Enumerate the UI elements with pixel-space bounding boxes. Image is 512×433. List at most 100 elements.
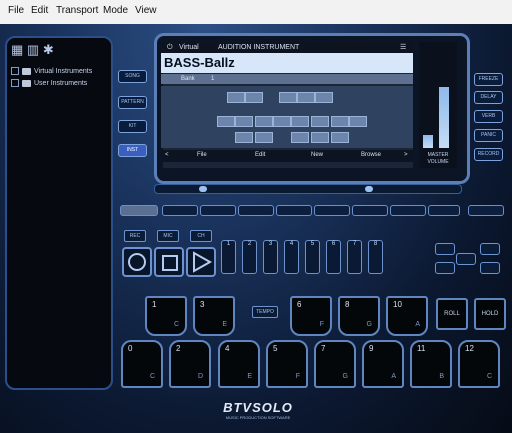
volume-label: VOLUME	[427, 159, 449, 165]
play-button[interactable]	[186, 247, 216, 277]
pad-key-4[interactable]: 4 E	[218, 340, 260, 388]
grid-pad[interactable]	[349, 116, 367, 127]
brand-tagline: MUSIC PRODUCTION SOFTWARE	[225, 415, 291, 420]
pitch-knob[interactable]	[199, 186, 207, 192]
grid-pad[interactable]	[311, 132, 329, 143]
mode-button[interactable]	[390, 205, 426, 216]
pad-key-5[interactable]: 5 F	[266, 340, 308, 388]
mode-button[interactable]	[468, 205, 504, 216]
nav-down-right-button[interactable]	[480, 262, 500, 274]
menu-icon[interactable]: ☰	[400, 43, 406, 51]
pad-key-12[interactable]: 12 C	[458, 340, 500, 388]
pad-key-8[interactable]: 8 G	[338, 296, 380, 336]
mode-button[interactable]	[314, 205, 350, 216]
pad-key-2[interactable]: 2 D	[169, 340, 211, 388]
menu-file[interactable]: File	[8, 5, 24, 16]
mode-button[interactable]	[200, 205, 236, 216]
grid-pad[interactable]	[245, 92, 263, 103]
grid-pad[interactable]	[297, 92, 315, 103]
panic-button[interactable]: PANIC	[474, 129, 503, 142]
delay-button[interactable]: DELAY	[474, 91, 503, 104]
master-label: MASTER	[427, 152, 449, 158]
nav-center-button[interactable]	[456, 253, 476, 265]
pad-key-10[interactable]: 10 A	[386, 296, 428, 336]
track-button-2[interactable]: 2	[242, 240, 257, 274]
nav-left-button[interactable]	[435, 243, 455, 255]
menu-edit[interactable]: Edit	[31, 5, 48, 16]
mode-button[interactable]	[428, 205, 460, 216]
record-button[interactable]: RECORD	[474, 148, 503, 161]
grid-pad[interactable]	[279, 92, 297, 103]
track-button-1[interactable]: 1	[221, 240, 236, 274]
grid-pad[interactable]	[331, 132, 349, 143]
pad-number: 7	[321, 344, 326, 353]
grid-pad[interactable]	[315, 92, 333, 103]
record-transport-button[interactable]	[122, 247, 152, 277]
tree-item-virtual[interactable]: Virtual Instruments	[11, 66, 107, 76]
grid-pad[interactable]	[235, 116, 253, 127]
rec-button[interactable]: REC	[124, 230, 146, 242]
pitch-mod-strip[interactable]	[154, 184, 462, 194]
mode-button[interactable]	[238, 205, 274, 216]
gear-icon[interactable]: ✱	[43, 42, 54, 57]
mode-button[interactable]	[120, 205, 158, 216]
grid-pad[interactable]	[255, 132, 273, 143]
grid-pad[interactable]	[227, 92, 245, 103]
song-button[interactable]: SONG	[118, 70, 147, 83]
track-button-8[interactable]: 8	[368, 240, 383, 274]
expand-icon[interactable]	[11, 67, 19, 75]
grid-pad[interactable]	[255, 116, 273, 127]
grid-pad[interactable]	[291, 132, 309, 143]
nav-right-button[interactable]	[480, 243, 500, 255]
track-button-4[interactable]: 4	[284, 240, 299, 274]
inst-button[interactable]: INST	[118, 144, 147, 157]
master-volume-meter[interactable]: MASTER VOLUME	[419, 42, 457, 168]
pad-key-9[interactable]: 9 A	[362, 340, 404, 388]
mode-button[interactable]	[276, 205, 312, 216]
pad-key-3[interactable]: 3 E	[193, 296, 235, 336]
new-button[interactable]: New	[311, 152, 323, 158]
grid-pad[interactable]	[273, 116, 291, 127]
nav-down-left-button[interactable]	[435, 262, 455, 274]
next-button[interactable]: >	[404, 152, 408, 158]
kit-button[interactable]: KIT	[118, 120, 147, 133]
tree-item-user[interactable]: User Instruments	[11, 78, 107, 88]
verb-button[interactable]: VERB	[474, 110, 503, 123]
grid-pad[interactable]	[311, 116, 329, 127]
file-button[interactable]: File	[197, 152, 207, 158]
expand-icon[interactable]	[11, 79, 19, 87]
grid-pad[interactable]	[291, 116, 309, 127]
stop-button[interactable]	[154, 247, 184, 277]
pad-key-0[interactable]: 0 C	[121, 340, 163, 388]
prev-button[interactable]: <	[165, 152, 169, 158]
mode-button[interactable]	[162, 205, 198, 216]
track-button-7[interactable]: 7	[347, 240, 362, 274]
browse-button[interactable]: Browse	[361, 152, 381, 158]
hold-button[interactable]: HOLD	[474, 298, 506, 330]
menu-mode[interactable]: Mode	[103, 5, 128, 16]
track-button-5[interactable]: 5	[305, 240, 320, 274]
app-window: File Edit Transport Mode View ▦ ▥ ✱ Virt…	[0, 0, 512, 433]
edit-button[interactable]: Edit	[255, 152, 265, 158]
ch-button[interactable]: CH	[190, 230, 212, 242]
menu-view[interactable]: View	[135, 5, 157, 16]
pad-key-11[interactable]: 11 B	[410, 340, 452, 388]
roll-button[interactable]: ROLL	[436, 298, 468, 330]
tempo-button[interactable]: TEMPO	[252, 306, 278, 318]
freeze-button[interactable]: FREEZE	[474, 73, 503, 86]
grid-pad[interactable]	[217, 116, 235, 127]
piano-icon[interactable]: ▥	[27, 42, 39, 57]
pad-key-6[interactable]: 6 F	[290, 296, 332, 336]
mic-button[interactable]: MIC	[157, 230, 179, 242]
keyboard-icon[interactable]: ▦	[11, 42, 23, 57]
grid-pad[interactable]	[331, 116, 349, 127]
pad-key-7[interactable]: 7 G	[314, 340, 356, 388]
mode-button[interactable]	[352, 205, 388, 216]
pad-key-1[interactable]: 1 C	[145, 296, 187, 336]
track-button-3[interactable]: 3	[263, 240, 278, 274]
menu-transport[interactable]: Transport	[56, 5, 98, 16]
pattern-button[interactable]: PATTERN	[118, 96, 147, 109]
mod-knob[interactable]	[365, 186, 373, 192]
grid-pad[interactable]	[235, 132, 253, 143]
track-button-6[interactable]: 6	[326, 240, 341, 274]
